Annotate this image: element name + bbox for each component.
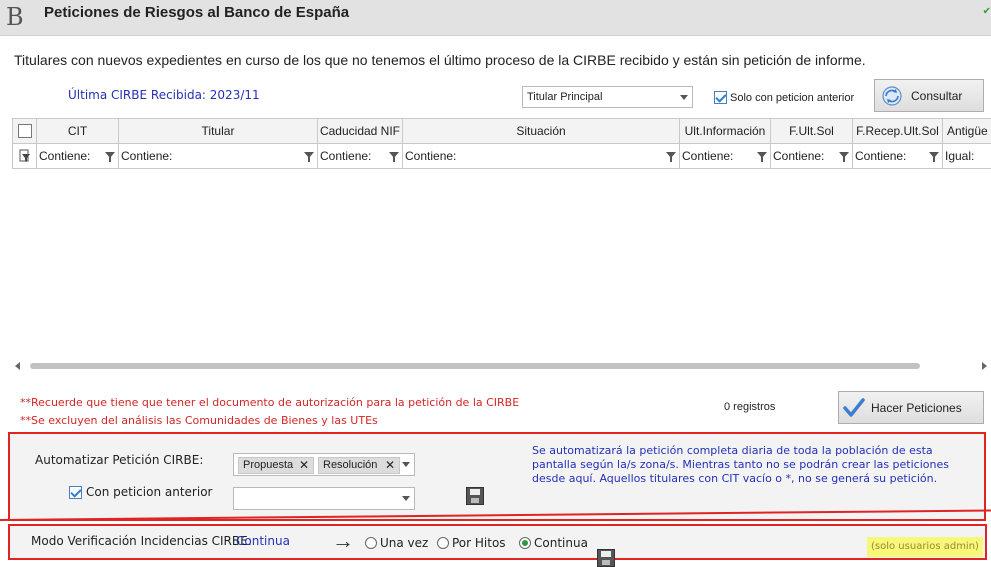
scroll-left-icon[interactable] [15,362,20,370]
filter-cit-operator: Contiene: [39,149,91,163]
solo-con-peticion-label: Solo con peticion anterior [730,91,855,104]
filter-f-recep-ult-sol[interactable]: Contiene: [853,144,943,168]
radio-icon[interactable] [437,536,449,549]
chevron-down-icon[interactable] [402,462,410,467]
select-all-cell [13,119,37,143]
titular-select-value: Titular Principal [527,91,603,103]
filter-icon[interactable] [105,152,115,162]
column-header-f-recep-ult-sol[interactable]: F.Recep.Ult.Sol [853,119,943,143]
admin-only-note: (solo usuarios admin) [867,537,983,557]
chip-resolucion-label: Resolución [323,459,378,471]
filter-titular-operator: Contiene: [121,149,173,163]
radio-una-vez[interactable]: Una vez [365,534,428,552]
consultar-button[interactable]: Consultar [874,79,984,112]
radio-icon[interactable] [365,536,377,549]
exclusion-note: **Se excluyen del análisis las Comunidad… [20,414,378,427]
titular-select[interactable]: Titular Principal [522,86,693,108]
filter-icon[interactable] [304,152,314,162]
filter-titular[interactable]: Contiene: [119,144,318,168]
checkbox-icon[interactable] [69,485,82,499]
bank-logo-icon: B [6,3,24,31]
radio-una-vez-label: Una vez [380,535,429,550]
filter-ult-info-operator: Contiene: [682,149,734,163]
filter-ult-informacion[interactable]: Contiene: [680,144,771,168]
radio-por-hitos-label: Por Hitos [452,535,506,550]
radio-continua[interactable]: Continua [519,534,588,552]
chip-resolucion[interactable]: Resolución ✕ [318,457,400,474]
remove-chip-icon[interactable]: ✕ [299,458,309,473]
radio-selected-icon[interactable] [519,536,531,549]
filter-caducidad-operator: Contiene: [320,149,372,163]
arrow-right-icon: → [332,528,354,553]
modo-verificacion-label: Modo Verificación Incidencias CIRBE: [31,534,252,548]
filter-caducidad-nif[interactable]: Contiene: [318,144,403,168]
column-header-titular[interactable]: Titular [119,119,318,143]
filter-icon[interactable] [757,152,767,162]
filter-f-recep-operator: Contiene: [855,149,907,163]
scroll-thumb[interactable] [30,363,920,369]
scroll-right-icon[interactable] [982,362,987,370]
solo-con-peticion-checkbox[interactable]: Solo con peticion anterior [714,91,854,104]
automatizar-multiselect[interactable]: Propuesta ✕ Resolución ✕ [233,453,415,476]
filter-antiguedad-operator: Igual: [945,149,975,163]
filter-icon[interactable] [389,152,399,162]
authorization-note: **Recuerde que tiene que tener el docume… [20,396,520,409]
save-modo-icon[interactable] [597,549,615,567]
grid-header-row: CIT Titular Caducidad NIF Situación Ult.… [13,119,991,144]
radio-continua-label: Continua [534,535,588,550]
modo-verificacion-value: Continua [236,534,290,548]
con-peticion-checkbox[interactable]: Con peticion anterior [69,485,212,499]
hacer-peticiones-button[interactable]: Hacer Peticiones [838,391,984,424]
records-count: 0 registros [724,401,776,413]
save-automation-icon[interactable] [466,487,484,505]
filter-icon[interactable] [929,152,939,162]
chip-propuesta[interactable]: Propuesta ✕ [238,457,314,474]
column-header-f-ult-sol[interactable]: F.Ult.Sol [771,119,853,143]
checkbox-icon[interactable] [714,91,727,104]
con-peticion-label: Con peticion anterior [86,485,213,499]
checkmark-icon [843,397,865,417]
page-description: Titulares con nuevos expedientes en curs… [14,52,866,68]
chevron-down-icon [402,496,410,501]
filter-icon[interactable] [839,152,849,162]
chip-propuesta-label: Propuesta [243,459,294,471]
automatizar-label: Automatizar Petición CIRBE: [35,453,204,467]
grid-filter-row: Contiene: Contiene: Contiene: Contiene: … [13,144,991,169]
filter-f-ult-sol-operator: Contiene: [773,149,825,163]
results-grid: CIT Titular Caducidad NIF Situación Ult.… [12,118,991,169]
refresh-icon [882,85,902,106]
column-header-situacion[interactable]: Situación [403,119,680,143]
column-header-antiguedad[interactable]: Antigüe [943,119,991,143]
filter-cit[interactable]: Contiene: [37,144,119,168]
filter-f-ult-sol[interactable]: Contiene: [771,144,853,168]
filter-situacion-operator: Contiene: [405,149,457,163]
page-title: Peticiones de Riesgos al Banco de España [44,4,350,21]
last-cirbe-received: Última CIRBE Recibida: 2023/11 [68,88,260,102]
filter-funnel-icon [19,149,30,162]
select-all-checkbox[interactable] [17,124,32,138]
filter-icon[interactable] [666,152,676,162]
automation-second-select[interactable] [233,487,415,510]
consultar-label: Consultar [911,88,963,103]
hacer-peticiones-label: Hacer Peticiones [871,400,962,415]
remove-chip-icon[interactable]: ✕ [385,458,395,473]
column-header-caducidad-nif[interactable]: Caducidad NIF [318,119,403,143]
filter-antiguedad[interactable]: Igual: [943,144,991,168]
filter-options-cell[interactable] [13,144,37,168]
chevron-down-icon [680,95,688,100]
radio-por-hitos[interactable]: Por Hitos [437,534,506,552]
column-header-cit[interactable]: CIT [37,119,119,143]
automation-info: Se automatizará la petición completa dia… [532,444,949,485]
status-check-icon: ✔ [982,6,991,17]
column-header-ult-informacion[interactable]: Ult.Información [680,119,771,143]
horizontal-scrollbar[interactable] [12,359,991,373]
filter-situacion[interactable]: Contiene: [403,144,680,168]
